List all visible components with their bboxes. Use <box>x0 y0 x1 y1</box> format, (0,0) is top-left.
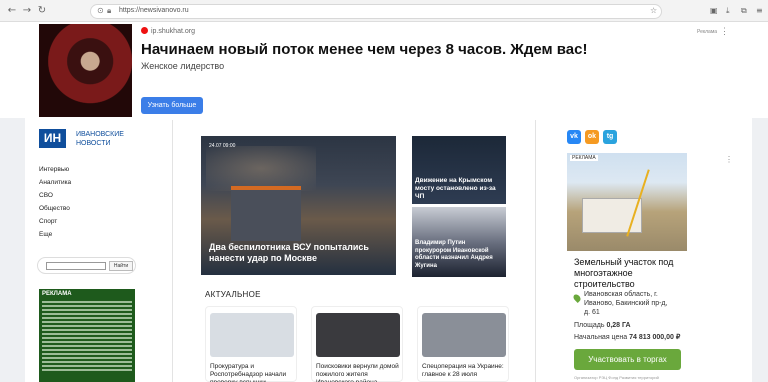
ad-text-block <box>42 301 132 373</box>
menu-item-interview[interactable]: Интервью <box>39 163 71 176</box>
side-news-title[interactable]: Владимир Путин прокурором Ивановской обл… <box>415 240 503 270</box>
news-thumbnail <box>422 313 506 357</box>
photo-building <box>231 186 301 241</box>
menu-item-society[interactable]: Общество <box>39 202 71 215</box>
menu-item-more[interactable]: Еще <box>39 228 71 241</box>
column-divider <box>535 120 536 382</box>
lock-icon: 🔒︎ <box>107 6 112 15</box>
column-divider <box>172 120 173 382</box>
ad-domain[interactable]: ip.shukhat.org <box>141 27 195 35</box>
ad-favicon-icon <box>141 27 148 34</box>
news-thumbnail <box>316 313 400 357</box>
search-button[interactable]: Найти <box>109 261 133 271</box>
news-card[interactable]: Поисковики вернули домой пожилого жителя… <box>311 306 403 382</box>
right-ad-price: Начальная цена 74 813 000,00 ₽ <box>574 334 681 341</box>
news-card-title[interactable]: Поисковики вернули домой пожилого жителя… <box>316 363 402 382</box>
main-news-card[interactable]: 24.07 09:00 Два беспилотника ВСУ попытал… <box>201 136 396 275</box>
right-ad-address: Ивановская область, г. Иваново, Бакински… <box>584 291 668 316</box>
side-menu: Интервью Аналитика СВО Общество Спорт Ещ… <box>39 163 71 241</box>
menu-item-svo[interactable]: СВО <box>39 189 71 202</box>
menu-item-sport[interactable]: Спорт <box>39 215 71 228</box>
news-thumbnail <box>210 313 294 357</box>
ad-subtitle: Женское лидерство <box>141 61 225 71</box>
url-text[interactable]: https://newsivanovo.ru <box>119 7 189 14</box>
back-icon[interactable]: ← <box>6 5 18 17</box>
bookmark-icon[interactable]: ☆ <box>650 6 657 15</box>
right-ad-area: Площадь 0,28 ГА <box>574 322 631 329</box>
right-ad-title[interactable]: Земельный участок под многоэтажное строи… <box>574 257 684 290</box>
right-ad-photo[interactable]: РЕКЛАМА <box>567 153 687 251</box>
pocket-icon[interactable]: ▣ <box>710 6 718 15</box>
main-news-title[interactable]: Два беспилотника ВСУ попытались нанести … <box>209 242 389 264</box>
telegram-icon[interactable]: tg <box>603 130 617 144</box>
menu-item-analytics[interactable]: Аналитика <box>39 176 71 189</box>
site-logo[interactable]: ИН <box>39 129 66 148</box>
logo-line: ИВАНОВСКИЕ <box>76 131 124 138</box>
site-logo-text[interactable]: ИВАНОВСКИЕ НОВОСТИ <box>76 130 136 148</box>
download-icon[interactable]: ⤓ <box>726 6 730 16</box>
news-card-title[interactable]: Прокуратура и Роспотребнадзор начали про… <box>210 363 296 382</box>
left-ad-banner[interactable]: РЕКЛАМА <box>39 289 135 382</box>
logo-line: НОВОСТИ <box>76 140 111 147</box>
ad-learn-more-button[interactable]: Узнать больше <box>141 97 203 114</box>
search-box: Найти <box>37 257 136 274</box>
more-options-icon[interactable]: ⋮ <box>720 26 729 37</box>
participate-button[interactable]: Участвовать в торгах <box>574 349 681 370</box>
side-news-card[interactable]: Движение на Крымском мосту остановлено и… <box>412 136 506 204</box>
right-ad-footer: Организатор РЭЦ Фонд Развития территорий <box>574 375 659 380</box>
ad-label: Реклама <box>697 29 718 35</box>
ad-label: РЕКЛАМА <box>42 291 72 297</box>
address-bar[interactable]: ⊙ 🔒︎ https://newsivanovo.ru ☆ <box>90 4 662 19</box>
side-news-card[interactable]: Владимир Путин прокурором Ивановской обл… <box>412 207 506 277</box>
vk-icon[interactable]: vk <box>567 130 581 144</box>
section-title: АКТУАЛЬНОЕ <box>205 290 261 299</box>
ad-label: РЕКЛАМА <box>570 155 598 161</box>
page-gutter-right <box>752 118 768 382</box>
ad-title[interactable]: Начинаем новый поток менее чем через 8 ч… <box>141 41 587 58</box>
extensions-icon[interactable]: ⧉ <box>741 6 747 16</box>
news-card[interactable]: Прокуратура и Роспотребнадзор начали про… <box>205 306 297 382</box>
ok-icon[interactable]: ok <box>585 130 599 144</box>
news-meta: 24.07 09:00 <box>209 143 236 149</box>
page-gutter-left <box>0 118 25 382</box>
photo-smoke <box>206 146 316 191</box>
location-pin-icon <box>572 293 582 303</box>
news-card-title[interactable]: Спецоперация на Украине: главное к 28 ию… <box>422 363 508 379</box>
side-news-title[interactable]: Движение на Крымском мосту остановлено и… <box>415 177 503 201</box>
news-card[interactable]: Спецоперация на Украине: главное к 28 ию… <box>417 306 509 382</box>
page-info-icon[interactable]: ⊙ <box>97 6 104 15</box>
menu-icon[interactable]: ≡ <box>756 6 763 15</box>
ad-photo[interactable] <box>39 24 132 117</box>
browser-toolbar: ← → ↻ ⊙ 🔒︎ https://newsivanovo.ru ☆ ▣ ⤓ … <box>0 0 768 22</box>
search-input[interactable] <box>46 262 106 270</box>
more-options-icon[interactable]: ⋮ <box>725 155 733 164</box>
reload-icon[interactable]: ↻ <box>36 5 48 17</box>
forward-icon[interactable]: → <box>21 5 33 17</box>
